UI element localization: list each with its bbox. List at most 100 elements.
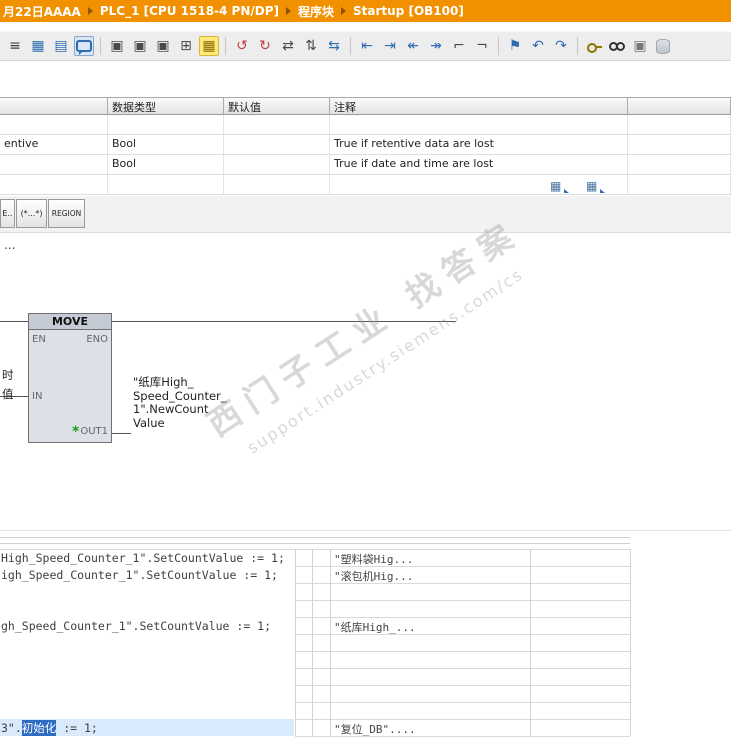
- network-comment[interactable]: ...: [4, 238, 15, 252]
- consistency-check-icon[interactable]: ⇅: [301, 36, 321, 56]
- navigate-back-icon[interactable]: ↶: [528, 36, 548, 56]
- cell-default[interactable]: [224, 175, 330, 195]
- snippet-button-region[interactable]: REGION: [48, 199, 85, 228]
- cell-name[interactable]: [0, 155, 108, 175]
- grid-line: [295, 668, 630, 669]
- snippet-button-e[interactable]: E..: [0, 199, 15, 228]
- wire-out: [112, 433, 131, 434]
- insert-box-branch-icon[interactable]: ▣: [153, 36, 173, 56]
- line-numbers-icon[interactable]: ⌐: [449, 36, 469, 56]
- move-block[interactable]: MOVE EN ENO IN * OUT1: [28, 313, 112, 443]
- indent-left-icon[interactable]: ⇤: [357, 36, 377, 56]
- data-block-icon[interactable]: [653, 36, 673, 56]
- structure-highlight-icon[interactable]: ▦: [199, 36, 219, 56]
- input-operand-fragment[interactable]: 值: [2, 386, 14, 402]
- insert-network-icon[interactable]: ≡: [5, 36, 25, 56]
- table-row[interactable]: entive Bool True if retentive data are l…: [0, 135, 731, 155]
- table-row[interactable]: [0, 175, 731, 195]
- separator-line: [0, 543, 630, 544]
- breadcrumb: 月22日AAAA PLC_1 [CPU 1518-4 PN/DP] 程序块 St…: [0, 0, 731, 22]
- toolbar: ≡ ▦ ▤ ▣ ▣ ▣ ⊞ ▦ ↺ ↻ ⇄ ⇅ ⇆ ⇤ ⇥ ↞ ↠ ⌐ ¬ ⚑ ↶ ↷ ▣: [0, 31, 731, 61]
- output-operand[interactable]: "纸库High_ Speed_Counter_ 1".NewCount Valu…: [133, 375, 227, 430]
- scl-code-line[interactable]: igh_Speed_Counter_1".SetCountValue := 1;: [1, 568, 278, 582]
- grid-line: [0, 549, 630, 550]
- cell-extra: [628, 135, 731, 155]
- network-overview-icon[interactable]: ▦: [28, 36, 48, 56]
- snippet-button-comment[interactable]: (*...*): [16, 199, 47, 228]
- update-block-calls-icon[interactable]: ⇄: [278, 36, 298, 56]
- watermark-url: support.industry.siemens.com/cs: [243, 264, 527, 458]
- scl-code-line[interactable]: gh_Speed_Counter_1".SetCountValue := 1;: [1, 619, 271, 633]
- breadcrumb-item-program-blocks[interactable]: 程序块: [298, 3, 334, 20]
- outdent-region-icon[interactable]: ↞: [403, 36, 423, 56]
- pin-en: EN: [32, 334, 46, 345]
- cell-datatype[interactable]: Bool: [108, 155, 224, 175]
- cell-datatype[interactable]: [108, 175, 224, 195]
- insert-box-up-icon[interactable]: ▣: [130, 36, 150, 56]
- cell-comment[interactable]: [330, 175, 628, 195]
- know-how-protection-key-icon[interactable]: [584, 36, 604, 56]
- code-fragment: 3".: [1, 720, 22, 735]
- cell-name[interactable]: [0, 115, 108, 135]
- operand-comment-cell[interactable]: "滚包机Hig...: [334, 568, 413, 584]
- navigate-forward-icon[interactable]: ↷: [551, 36, 571, 56]
- grid-line: [295, 651, 630, 652]
- goto-prev-error-icon[interactable]: ↺: [232, 36, 252, 56]
- operand-comment-cell[interactable]: "塑料袋Hig...: [334, 551, 413, 567]
- cell-default[interactable]: [224, 135, 330, 155]
- absolute-symbolic-toggle-icon[interactable]: ⇆: [324, 36, 344, 56]
- show-comments-icon[interactable]: ▤: [51, 36, 71, 56]
- cell-comment[interactable]: True if date and time are lost: [330, 155, 628, 175]
- goto-next-error-icon[interactable]: ↻: [255, 36, 275, 56]
- cell-datatype[interactable]: Bool: [108, 135, 224, 155]
- move-block-title: MOVE: [29, 314, 111, 330]
- operand-comment-cell[interactable]: "复位_DB"....: [334, 721, 416, 737]
- column-header-datatype: 数据类型: [108, 97, 224, 115]
- column-header-comment: 注释: [330, 97, 628, 115]
- cell-extra: [628, 115, 731, 135]
- insert-empty-box-icon[interactable]: ⊞: [176, 36, 196, 56]
- symbol-information-icon[interactable]: ¬: [472, 36, 492, 56]
- insert-box-down-icon[interactable]: ▣: [107, 36, 127, 56]
- table-row[interactable]: Bool True if date and time are lost: [0, 155, 731, 175]
- grid-line: [295, 685, 630, 686]
- operand-comment-cell[interactable]: "纸库High_...: [334, 619, 416, 635]
- grid-line: [295, 617, 630, 618]
- monitoring-glasses-icon[interactable]: [607, 36, 627, 56]
- cell-default[interactable]: [224, 155, 330, 175]
- selected-token[interactable]: 初始化: [21, 719, 57, 736]
- grid-line: [330, 549, 331, 736]
- scl-selected-line[interactable]: 3". 初始化 := 1;: [0, 719, 294, 736]
- grid-line: [630, 549, 631, 736]
- cell-comment[interactable]: [330, 115, 628, 135]
- pane-separator-line: [0, 530, 731, 531]
- cell-extra: [628, 155, 731, 175]
- add-row-below-icon[interactable]: ▦: [586, 180, 605, 193]
- breadcrumb-item-project[interactable]: 月22日AAAA: [3, 3, 81, 20]
- favorites-flag-icon[interactable]: ⚑: [505, 36, 525, 56]
- scl-code-line[interactable]: High_Speed_Counter_1".SetCountValue := 1…: [1, 551, 285, 565]
- output-operand-line: "纸库High_: [133, 375, 194, 389]
- grid-line: [295, 549, 296, 736]
- grid-line: [530, 549, 531, 736]
- enable-output-star-icon: *: [72, 423, 80, 440]
- breadcrumb-item-block[interactable]: Startup [OB100]: [353, 4, 464, 18]
- breadcrumb-item-plc[interactable]: PLC_1 [CPU 1518-4 PN/DP]: [100, 4, 279, 18]
- cell-name[interactable]: entive: [0, 135, 108, 155]
- code-fragment: := 1;: [56, 720, 98, 735]
- cell-datatype[interactable]: [108, 115, 224, 135]
- insert-row-icon[interactable]: ▦: [550, 180, 569, 193]
- cell-name[interactable]: [0, 175, 108, 195]
- know-how-protection-key-icon-shape: [586, 42, 602, 53]
- cell-comment[interactable]: True if retentive data are lost: [330, 135, 628, 155]
- free-comment-bubble-icon[interactable]: [74, 36, 94, 56]
- table-row[interactable]: [0, 115, 731, 135]
- input-operand-fragment[interactable]: 时: [2, 367, 14, 383]
- grid-line: [295, 702, 630, 703]
- snapshot-icon[interactable]: ▣: [630, 36, 650, 56]
- indent-right-icon[interactable]: ⇥: [380, 36, 400, 56]
- free-comment-bubble-icon-shape: [76, 40, 92, 55]
- indent-region-icon[interactable]: ↠: [426, 36, 446, 56]
- cell-default[interactable]: [224, 115, 330, 135]
- monitoring-glasses-icon-shape: [609, 42, 625, 51]
